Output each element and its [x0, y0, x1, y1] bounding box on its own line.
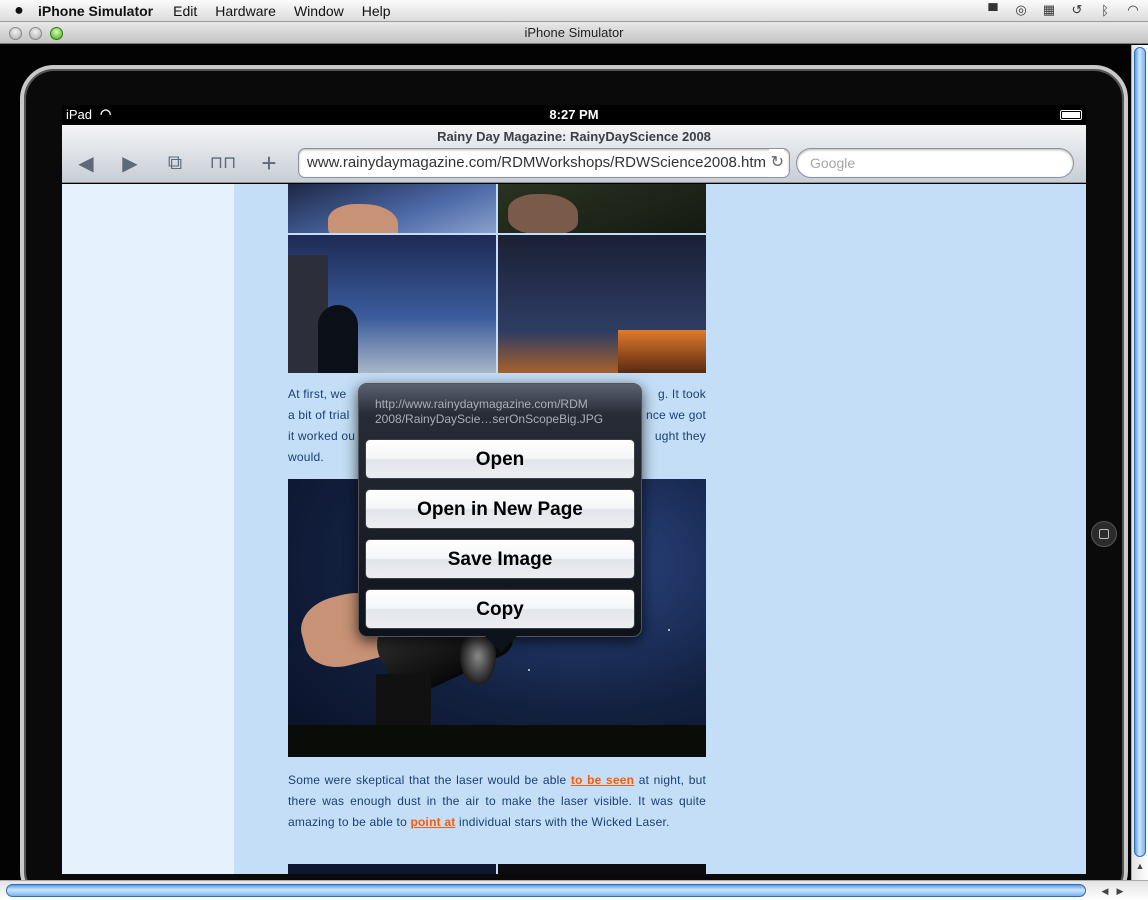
grass-shape — [618, 330, 706, 373]
zoom-window-button[interactable] — [50, 27, 63, 40]
person-silhouette — [318, 305, 358, 373]
status-time: 8:27 PM — [549, 107, 599, 122]
screen-root: ● iPhone Simulator Edit Hardware Window … — [0, 0, 1148, 900]
star — [668, 629, 670, 631]
page-title: Rainy Day Magazine: RainyDayScience 2008 — [437, 129, 711, 144]
ground-shape — [288, 725, 706, 757]
photo-hand-laser-1[interactable] — [288, 184, 496, 233]
close-window-button[interactable] — [9, 27, 22, 40]
para1-line1-right: g. It took — [657, 387, 706, 401]
para1-line2-left: a bit of trial — [288, 408, 350, 422]
photo-night-sky[interactable] — [498, 235, 706, 373]
web-page[interactable]: At first, we g. It took a bit of trial nce… — [62, 184, 1086, 874]
bookmarks-button[interactable]: ⊓⊓ — [208, 151, 238, 175]
image-context-menu: http://www.rainydaymagazine.com/RDM 2008… — [358, 383, 642, 652]
horizontal-scroll-thumb[interactable] — [6, 884, 1086, 897]
para1-line4: would. — [288, 450, 324, 464]
bluetooth-icon[interactable]: ᛒ — [1096, 2, 1114, 18]
menu-hardware[interactable]: Hardware — [215, 3, 276, 19]
battery-icon — [1060, 110, 1082, 120]
window-title: iPhone Simulator — [524, 25, 624, 40]
window-title-bar: iPhone Simulator — [0, 22, 1148, 44]
vertical-scroll-thumb[interactable] — [1134, 47, 1146, 857]
minimize-window-button[interactable] — [29, 27, 42, 40]
search-field[interactable]: Google — [796, 148, 1074, 178]
menu-status-area: ▀ ◎ ▦ ↺ ᛒ ◠ — [984, 2, 1142, 18]
plus-icon: + — [261, 147, 277, 178]
para2-text-1: Some were skeptical that the laser would… — [288, 773, 571, 787]
link-point-at[interactable]: point at — [410, 815, 455, 829]
para1-line3-right: ught they — [654, 429, 706, 443]
photo-silhouette[interactable] — [288, 235, 496, 373]
time-machine-icon[interactable]: ↺ — [1068, 2, 1086, 18]
safari-toolbar: Rainy Day Magazine: RainyDayScience 2008… — [62, 125, 1086, 183]
para1-line1-left: At first, we — [288, 387, 347, 401]
para2-text-3: individual stars with the Wicked Laser. — [455, 815, 670, 829]
photo-bottom-left[interactable] — [288, 864, 496, 874]
context-url-line2: 2008/RainyDayScie…serOnScopeBig.JPG — [375, 412, 604, 426]
app-menu[interactable]: iPhone Simulator — [38, 3, 153, 19]
menu-window[interactable]: Window — [294, 3, 344, 19]
bookmarks-icon: ⊓⊓ — [209, 153, 237, 172]
context-menu-url: http://www.rainydaymagazine.com/RDM 2008… — [375, 397, 630, 427]
menu-edit[interactable]: Edit — [173, 3, 197, 19]
forward-button[interactable]: ▶ — [115, 151, 145, 175]
hand-shape — [508, 194, 578, 233]
add-bookmark-button[interactable]: + — [254, 148, 284, 178]
open-in-new-page-button[interactable]: Open in New Page — [365, 489, 635, 529]
reload-icon[interactable]: ↻ — [768, 149, 784, 177]
left-column — [62, 184, 234, 874]
address-field[interactable]: www.rainydaymagazine.com/RDMWorkshops/RD… — [298, 148, 790, 178]
open-button[interactable]: Open — [365, 439, 635, 479]
pages-button[interactable]: ⧉ — [160, 151, 190, 175]
ipad-status-bar: iPad ◠ 8:27 PM — [62, 105, 1086, 125]
link-to-be-seen[interactable]: to be seen — [571, 773, 634, 787]
photo-bottom-right[interactable] — [498, 864, 706, 874]
ipad-screen: iPad ◠ 8:27 PM Rainy Day Magazine: Rainy… — [62, 105, 1086, 874]
wifi-icon[interactable]: ◠ — [1124, 2, 1142, 18]
context-url-line1: http://www.rainydaymagazine.com/RDM — [375, 397, 588, 411]
top-hat-icon[interactable]: ▀ — [984, 2, 1002, 18]
paragraph-2: Some were skeptical that the laser would… — [288, 770, 706, 833]
para1-line2-right: nce we got — [645, 408, 706, 422]
pages-icon: ⧉ — [167, 151, 183, 174]
copy-button[interactable]: Copy — [365, 589, 635, 629]
back-button[interactable]: ◀ — [71, 151, 101, 175]
menu-help[interactable]: Help — [362, 3, 391, 19]
hand-shape — [328, 204, 398, 233]
search-placeholder: Google — [810, 155, 856, 171]
save-image-button[interactable]: Save Image — [365, 539, 635, 579]
star — [528, 669, 530, 671]
photo-hand-laser-2[interactable] — [498, 184, 706, 233]
address-text: www.rainydaymagazine.com/RDMWorkshops/RD… — [307, 154, 767, 171]
scroll-up-arrow-icon[interactable]: ▲ — [1133, 859, 1147, 873]
mac-menu-bar: ● iPhone Simulator Edit Hardware Window … — [0, 0, 1148, 22]
forward-arrow-icon: ▶ — [122, 152, 138, 175]
home-button[interactable] — [1091, 521, 1117, 547]
spaces-icon[interactable]: ▦ — [1040, 2, 1058, 18]
popover-arrow — [485, 636, 517, 652]
update-icon[interactable]: ◎ — [1012, 2, 1030, 18]
scroll-left-arrow-icon[interactable]: ◀ — [1098, 884, 1112, 898]
horizontal-scrollbar[interactable]: ◀ ▶ — [0, 880, 1148, 900]
para1-line3-left: it worked ou — [288, 429, 356, 443]
back-arrow-icon: ◀ — [78, 152, 94, 175]
home-button-icon — [1099, 529, 1109, 539]
scroll-right-arrow-icon[interactable]: ▶ — [1113, 884, 1127, 898]
vertical-scrollbar[interactable]: ▲ — [1131, 45, 1148, 880]
apple-menu-icon[interactable]: ● — [0, 2, 38, 20]
